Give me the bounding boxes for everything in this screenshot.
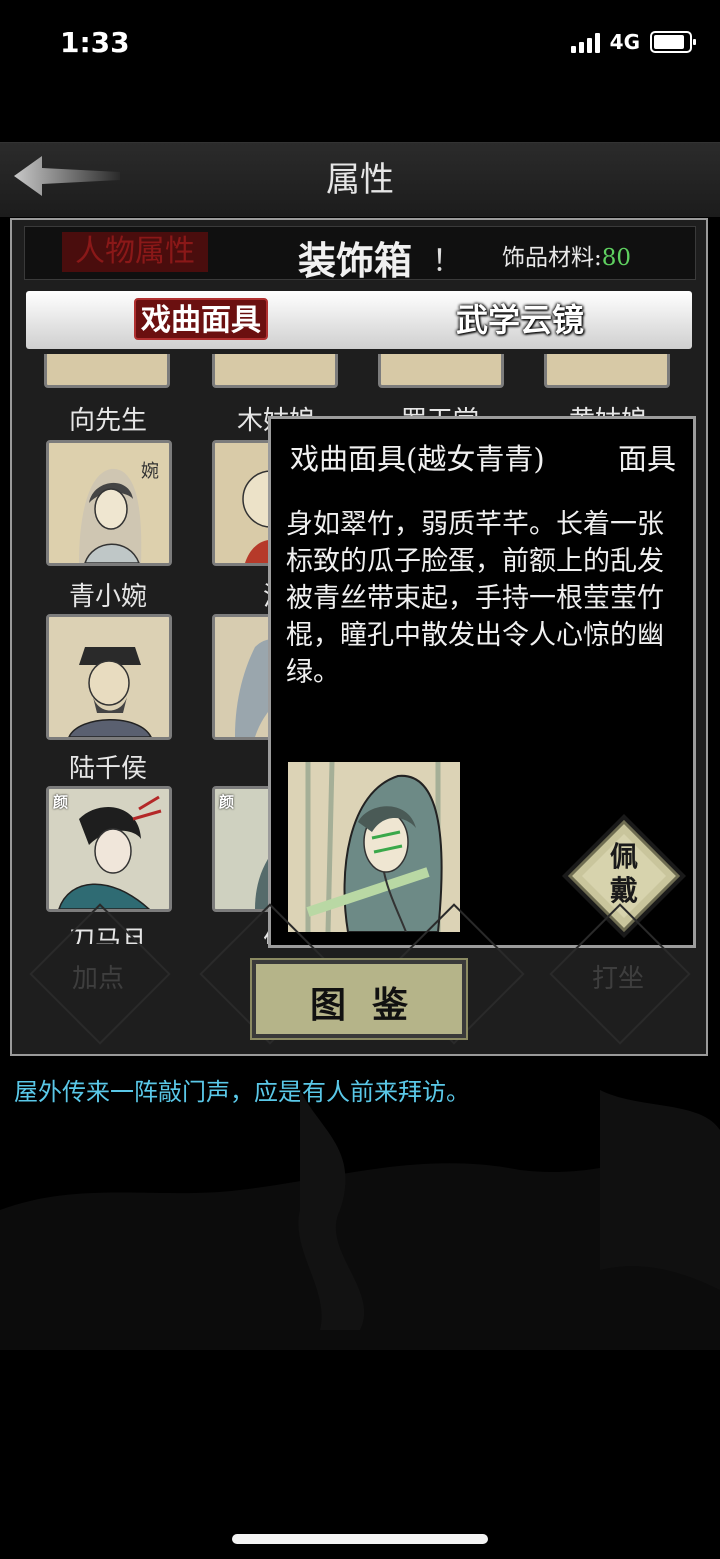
meditate-label: 打坐 [591,964,644,994]
background-silhouette [0,1090,720,1350]
mask-card[interactable] [544,354,670,388]
tab-martial-mirrors[interactable]: 武学云镜 [450,298,590,342]
mask-card-qing-xiaowan[interactable]: 婉 [46,440,172,566]
home-indicator[interactable] [232,1534,488,1544]
status-time: 1:33 [60,26,130,59]
mask-card[interactable] [378,354,504,388]
detail-type: 面具 [618,442,677,476]
wear-char-2: 戴 [609,874,638,907]
category-tab-bar [26,291,692,349]
mask-name: 向先生 [68,406,147,436]
signal-icon [570,31,600,53]
add-points-label: 加点 [71,964,124,994]
yan-badge: 颜 [219,793,235,811]
svg-text:婉: 婉 [141,461,159,482]
tab-character-attributes[interactable]: 人物属性 [62,232,208,272]
box-title: 装饰箱 [298,238,413,283]
tab-opera-masks[interactable]: 戏曲面具 [134,298,268,340]
wear-char-1: 佩 [609,840,638,873]
mask-card[interactable] [212,354,338,388]
page-title: 属性 [326,160,394,200]
detail-portrait [288,762,460,932]
mask-name: 陆千侯 [68,754,147,784]
mask-portrait [49,617,169,737]
mask-portrait: 婉 [49,443,169,563]
mask-card[interactable] [44,354,170,388]
mask-name: 青小婉 [68,582,147,612]
material-label: 饰品材料: [502,245,602,271]
catalog-button-label: 图鉴 [309,984,434,1026]
alert-icon: ！ [432,244,462,279]
battery-icon [650,31,696,53]
network-type: 4G [609,30,640,54]
detail-title: 戏曲面具(越女青青) [290,442,545,476]
mask-card-daomadan[interactable]: 颜 [46,786,172,912]
yan-badge: 颜 [53,793,69,811]
mask-card-lu-qianhou[interactable] [46,614,172,740]
material-value: 80 [601,245,632,271]
material-counter: 饰品材料:80 [502,238,631,272]
detail-description: 身如翠竹，弱质芊芊。长着一张标致的瓜子脸蛋，前额上的乱发被青丝带束起，手持一根莹… [286,509,664,688]
status-indicators: 4G [570,30,696,54]
mask-portrait [288,762,460,932]
wear-button-label: 佩 戴 [596,840,652,908]
